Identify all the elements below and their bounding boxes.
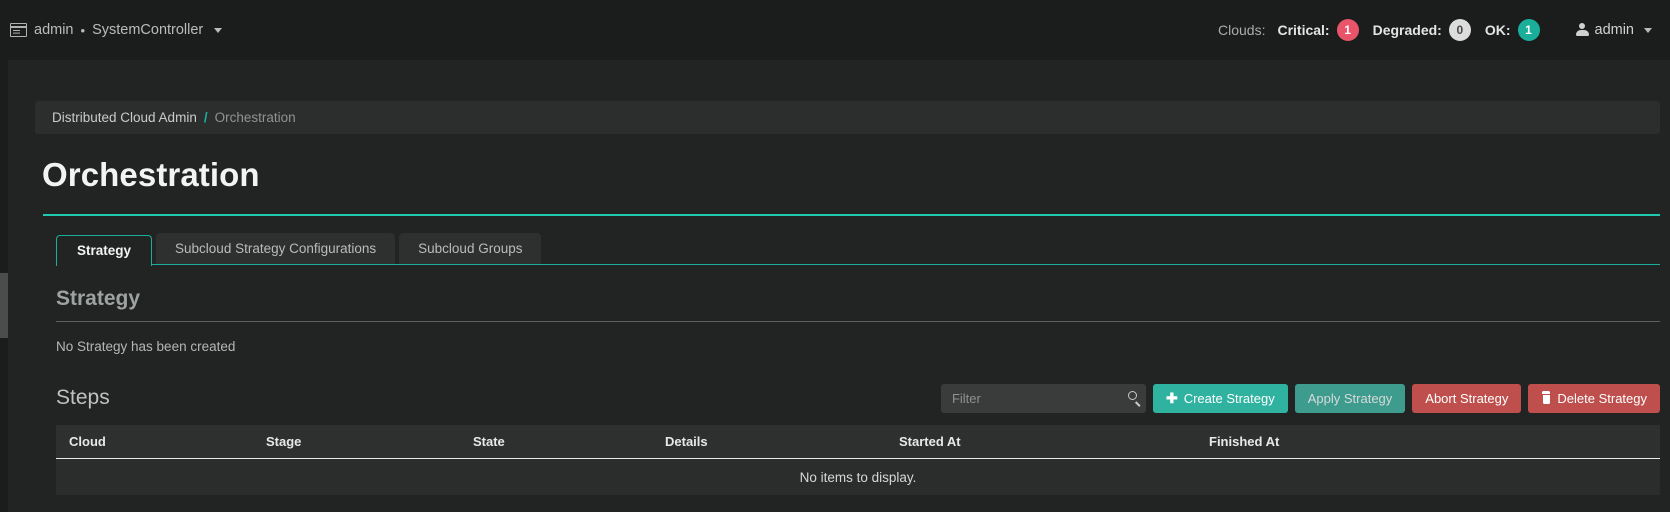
- chevron-down-icon: [1644, 28, 1652, 33]
- status-ok-label: OK:: [1485, 22, 1511, 38]
- breadcrumb-root[interactable]: Distributed Cloud Admin: [52, 110, 197, 125]
- main-content: Distributed Cloud Admin / Orchestration …: [8, 60, 1670, 512]
- create-strategy-button[interactable]: ✚ Create Strategy: [1153, 384, 1288, 413]
- abort-strategy-label: Abort Strategy: [1425, 391, 1508, 406]
- navbar-separator-dot: •: [81, 23, 86, 38]
- breadcrumb-current: Orchestration: [215, 110, 296, 125]
- project-switcher[interactable]: admin • SystemController: [10, 22, 222, 38]
- trash-icon: [1541, 392, 1551, 404]
- title-divider: [43, 214, 1660, 216]
- user-icon: [1576, 23, 1589, 37]
- steps-table: Cloud Stage State Details Started At Fin…: [56, 425, 1660, 495]
- tab-bar: Strategy Subcloud Strategy Configuration…: [56, 233, 1660, 265]
- panel-icon: [10, 23, 27, 37]
- status-critical-badge: 1: [1337, 19, 1359, 41]
- column-header-cloud[interactable]: Cloud: [56, 434, 266, 449]
- column-header-state[interactable]: State: [473, 434, 665, 449]
- delete-strategy-label: Delete Strategy: [1557, 391, 1647, 406]
- navbar-project-name: SystemController: [92, 22, 203, 38]
- tab-strategy[interactable]: Strategy: [56, 235, 152, 266]
- status-degraded-label: Degraded:: [1373, 22, 1442, 38]
- page-body: Distributed Cloud Admin / Orchestration …: [0, 60, 1670, 512]
- breadcrumb-separator: /: [204, 110, 208, 125]
- status-critical[interactable]: Critical: 1: [1277, 19, 1358, 41]
- table-header-row: Cloud Stage State Details Started At Fin…: [56, 425, 1660, 459]
- apply-strategy-button[interactable]: Apply Strategy: [1295, 384, 1406, 413]
- user-menu[interactable]: admin: [1576, 22, 1653, 38]
- search-icon[interactable]: [1128, 391, 1142, 405]
- column-header-finished-at[interactable]: Finished At: [1209, 434, 1660, 449]
- tab-subcloud-groups[interactable]: Subcloud Groups: [399, 233, 541, 264]
- status-degraded[interactable]: Degraded: 0: [1373, 19, 1471, 41]
- column-header-details[interactable]: Details: [665, 434, 899, 449]
- sidebar-rail[interactable]: [0, 60, 8, 512]
- status-critical-label: Critical:: [1277, 22, 1329, 38]
- table-empty-message: No items to display.: [56, 459, 1660, 495]
- column-header-stage[interactable]: Stage: [266, 434, 473, 449]
- strategy-empty-note: No Strategy has been created: [56, 339, 1670, 354]
- steps-heading: Steps: [56, 386, 110, 410]
- strategy-heading: Strategy: [56, 287, 1670, 311]
- status-ok-badge: 1: [1518, 19, 1540, 41]
- tab-subcloud-strategy-configurations[interactable]: Subcloud Strategy Configurations: [156, 233, 395, 264]
- delete-strategy-button[interactable]: Delete Strategy: [1528, 384, 1660, 413]
- breadcrumb: Distributed Cloud Admin / Orchestration: [35, 101, 1660, 134]
- user-menu-label: admin: [1595, 22, 1635, 38]
- navbar-project-user: admin: [34, 22, 74, 38]
- status-ok[interactable]: OK: 1: [1485, 19, 1540, 41]
- steps-toolbar: Steps ✚ Create Strategy Apply Strategy A…: [56, 383, 1660, 413]
- column-header-started-at[interactable]: Started At: [899, 434, 1209, 449]
- abort-strategy-button[interactable]: Abort Strategy: [1412, 384, 1521, 413]
- clouds-label: Clouds:: [1218, 22, 1265, 38]
- status-degraded-badge: 0: [1449, 19, 1471, 41]
- chevron-down-icon: [214, 28, 222, 33]
- sidebar-scroll-indicator[interactable]: [0, 273, 8, 338]
- steps-actions: ✚ Create Strategy Apply Strategy Abort S…: [941, 384, 1660, 413]
- top-navbar: admin • SystemController Clouds: Critica…: [0, 0, 1670, 60]
- page-title: Orchestration: [42, 156, 1670, 194]
- apply-strategy-label: Apply Strategy: [1308, 391, 1393, 406]
- filter-box[interactable]: [941, 384, 1146, 413]
- strategy-divider: [56, 321, 1660, 322]
- create-strategy-label: Create Strategy: [1184, 391, 1275, 406]
- plus-icon: ✚: [1166, 391, 1178, 405]
- navbar-right: Clouds: Critical: 1 Degraded: 0 OK: 1 ad…: [1218, 19, 1652, 41]
- search-input[interactable]: [952, 391, 1128, 406]
